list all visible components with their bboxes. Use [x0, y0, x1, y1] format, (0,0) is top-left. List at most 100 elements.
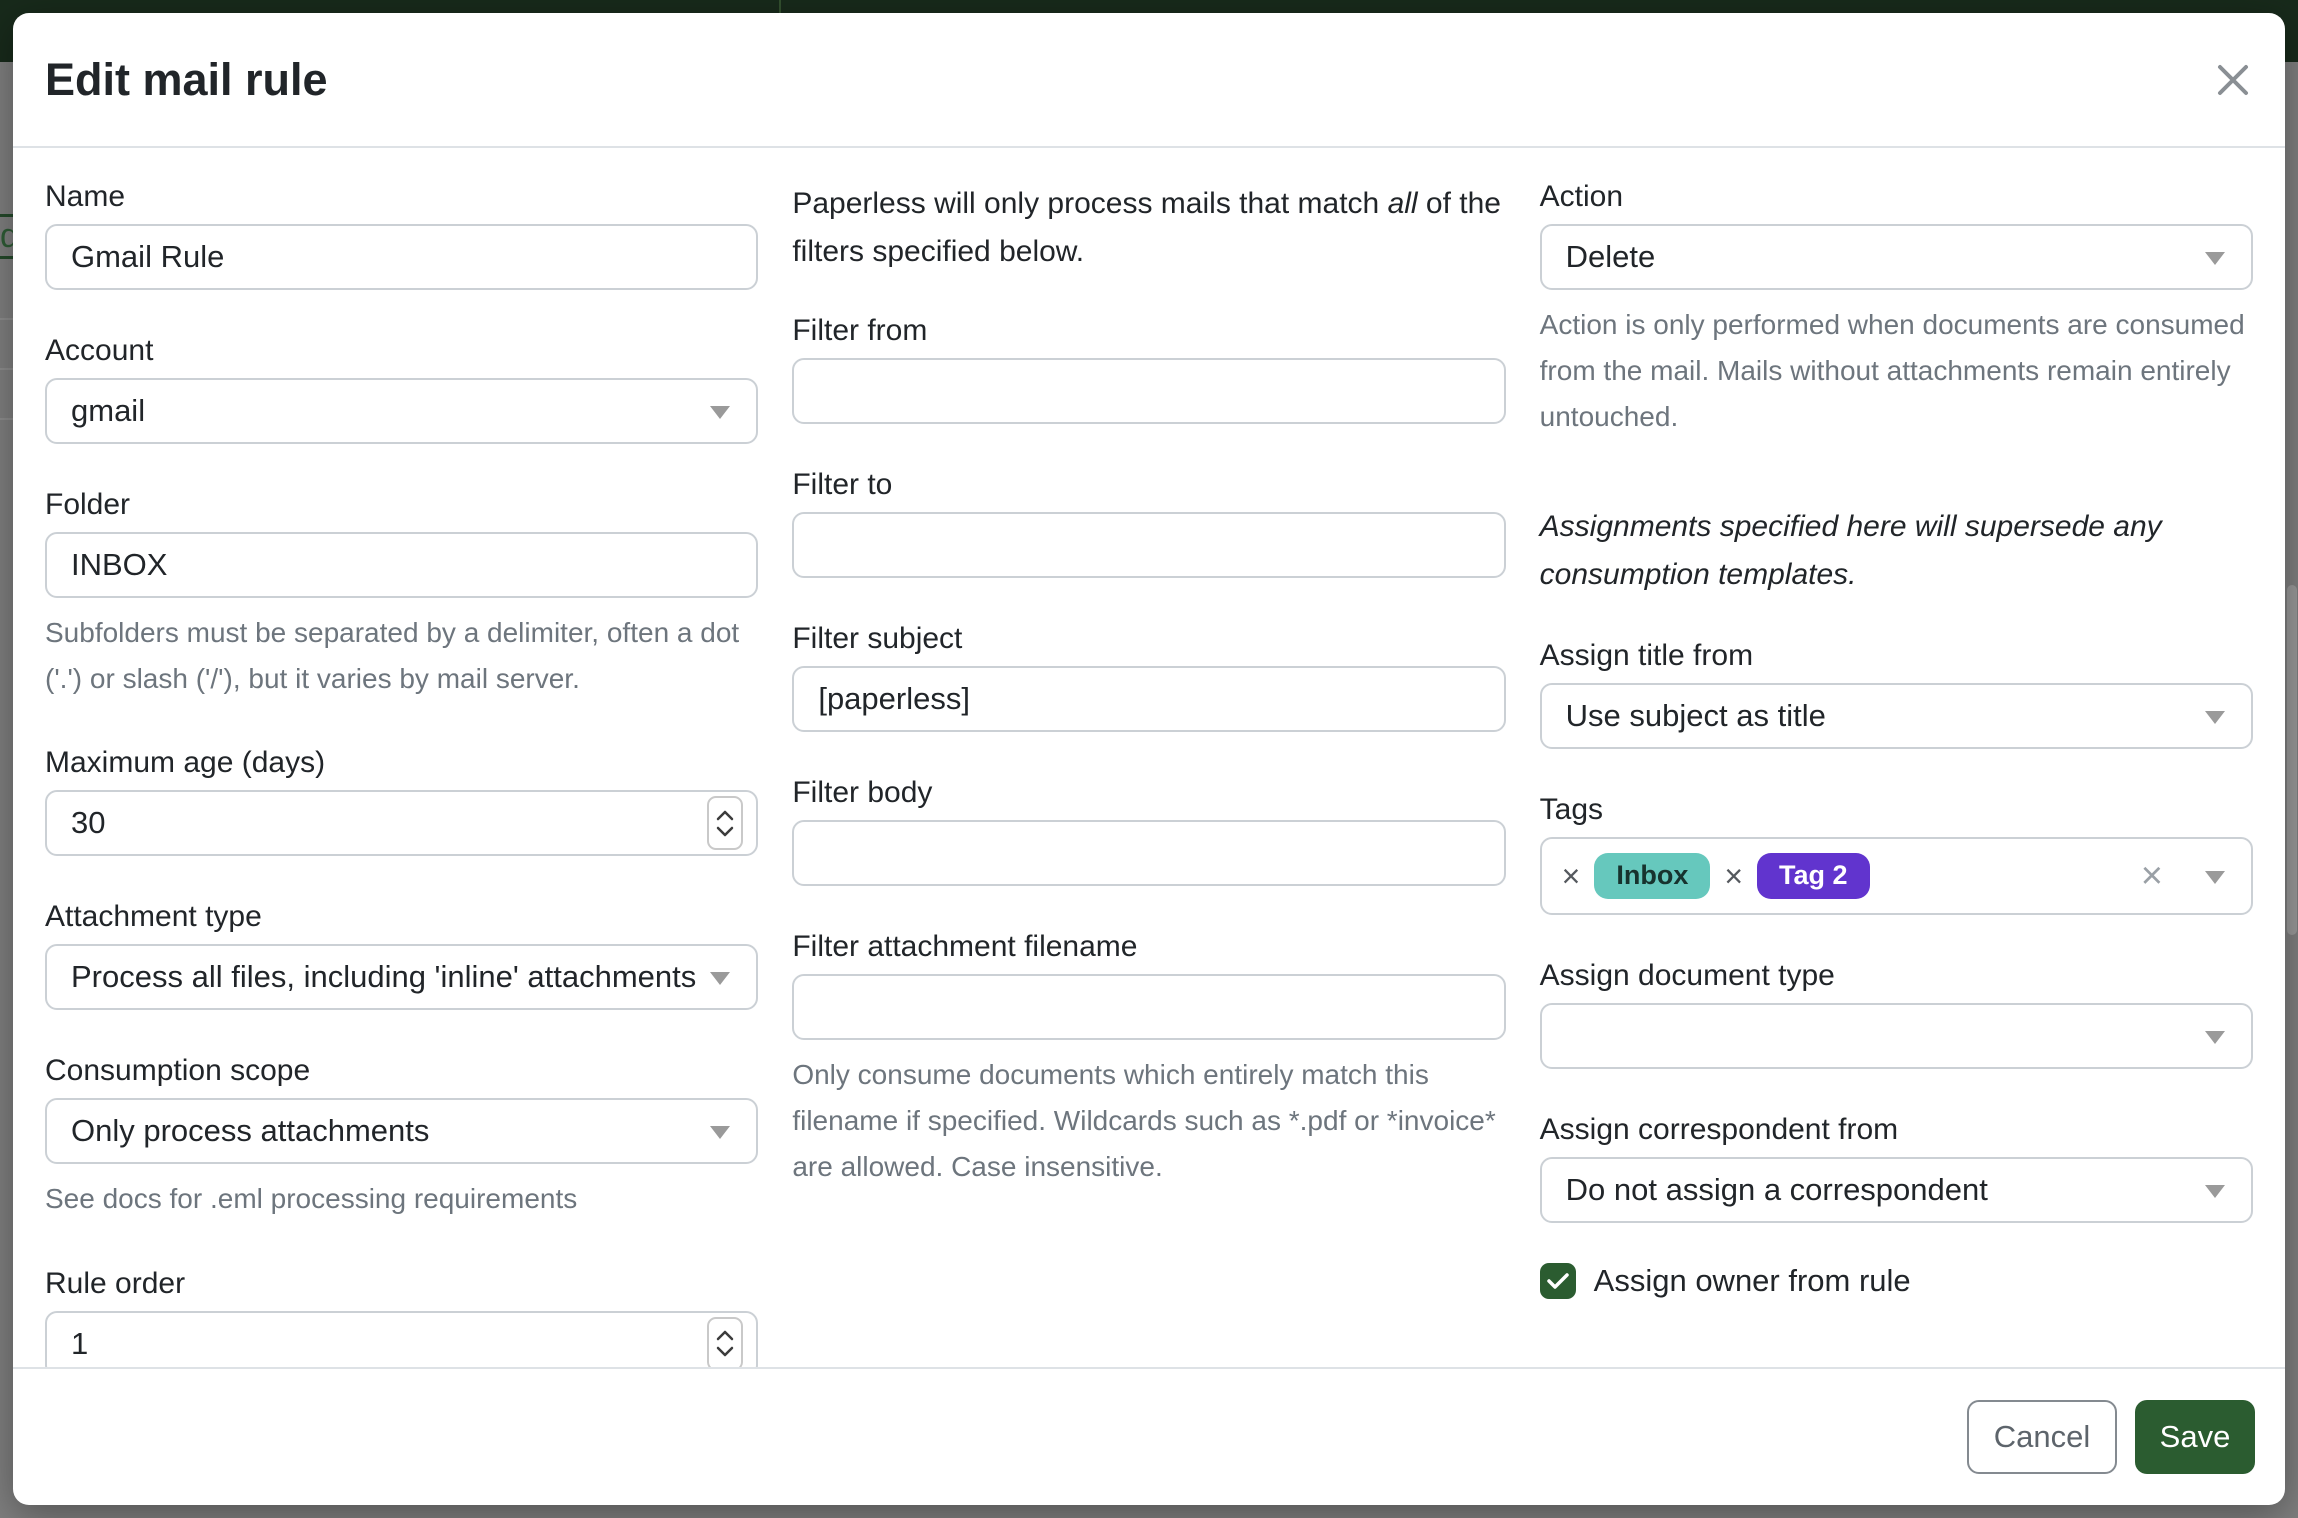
- assign-title-field-group: Assign title from Use subject as title: [1540, 639, 2253, 749]
- filter-from-field-group: Filter from: [792, 314, 1505, 424]
- checkmark-icon: [1547, 1272, 1569, 1290]
- filter-subject-input[interactable]: [794, 668, 1503, 730]
- assign-owner-label: Assign owner from rule: [1594, 1263, 1911, 1299]
- attachment-type-label: Attachment type: [45, 900, 758, 934]
- name-label: Name: [45, 180, 758, 214]
- name-field-group: Name: [45, 180, 758, 290]
- filter-attachment-filename-input[interactable]: [794, 976, 1503, 1038]
- dialog-header: Edit mail rule: [13, 13, 2285, 148]
- tag-remove-icon[interactable]: ×: [1562, 860, 1581, 892]
- tags-clear-icon[interactable]: ×: [2141, 857, 2163, 895]
- tags-select[interactable]: × Inbox × Tag 2 ×: [1540, 837, 2253, 915]
- chevron-down-icon: [2205, 711, 2225, 724]
- column-filters: Paperless will only process mails that m…: [792, 180, 1505, 1367]
- filter-to-input[interactable]: [794, 514, 1503, 576]
- name-input[interactable]: [47, 226, 756, 288]
- account-select[interactable]: gmail: [45, 378, 758, 444]
- chevron-down-icon: [710, 406, 730, 419]
- rule-order-field-group: Rule order: [45, 1267, 758, 1367]
- consumption-scope-label: Consumption scope: [45, 1054, 758, 1088]
- tags-field-group: Tags ×Inbox×Tag 2 ×: [1540, 793, 2253, 915]
- number-stepper[interactable]: [707, 1317, 743, 1367]
- filters-intro-italic: all: [1388, 187, 1418, 220]
- assign-title-select[interactable]: Use subject as title: [1540, 683, 2253, 749]
- column-general: Name Account gmail Folder Subfolders mus…: [45, 180, 758, 1367]
- tag-pill: Tag 2: [1757, 853, 1870, 899]
- save-button[interactable]: Save: [2135, 1400, 2255, 1474]
- assign-document-type-select[interactable]: [1540, 1003, 2253, 1069]
- edit-mail-rule-dialog: Edit mail rule Name Account gmail: [13, 13, 2285, 1505]
- filter-body-field-group: Filter body: [792, 776, 1505, 886]
- assign-owner-row: Assign owner from rule: [1540, 1263, 2253, 1299]
- account-selected-value: gmail: [71, 393, 145, 429]
- filter-from-label: Filter from: [792, 314, 1505, 348]
- filter-subject-field-group: Filter subject: [792, 622, 1505, 732]
- rule-order-input[interactable]: [47, 1313, 756, 1367]
- chevron-down-icon: [710, 1126, 730, 1139]
- max-age-label: Maximum age (days): [45, 746, 758, 780]
- cancel-button[interactable]: Cancel: [1967, 1400, 2117, 1474]
- assign-title-label: Assign title from: [1540, 639, 2253, 673]
- filter-attachment-filename-label: Filter attachment filename: [792, 930, 1505, 964]
- tags-selected: × Inbox × Tag 2: [1562, 853, 1870, 899]
- background-link-underline: [0, 214, 13, 217]
- assign-document-type-field-group: Assign document type: [1540, 959, 2253, 1069]
- background-text-fragment: d: [0, 218, 13, 254]
- stepper-down-icon: [716, 1346, 734, 1357]
- assignments-note-text: Assignments specified here will supersed…: [1540, 503, 2253, 599]
- chevron-down-icon: [2205, 1185, 2225, 1198]
- attachment-type-field-group: Attachment type Process all files, inclu…: [45, 900, 758, 1010]
- filter-from-input[interactable]: [794, 360, 1503, 422]
- dialog-title: Edit mail rule: [45, 54, 328, 106]
- background-link-underline: [0, 256, 13, 259]
- attachment-type-select[interactable]: Process all files, including 'inline' at…: [45, 944, 758, 1010]
- filters-intro-text: Paperless will only process mails that m…: [792, 180, 1505, 276]
- action-help-text: Action is only performed when documents …: [1540, 302, 2253, 441]
- chevron-down-icon: [2205, 252, 2225, 265]
- consumption-scope-select[interactable]: Only process attachments: [45, 1098, 758, 1164]
- account-label: Account: [45, 334, 758, 368]
- filter-attachment-filename-help-text: Only consume documents which entirely ma…: [792, 1052, 1505, 1191]
- stepper-up-icon: [716, 810, 734, 821]
- filter-body-label: Filter body: [792, 776, 1505, 810]
- filter-attachment-filename-field-group: Filter attachment filename Only consume …: [792, 930, 1505, 1191]
- folder-field-group: Folder Subfolders must be separated by a…: [45, 488, 758, 702]
- filter-body-input[interactable]: [794, 822, 1503, 884]
- chevron-down-icon: [2205, 1031, 2225, 1044]
- tag-remove-icon[interactable]: ×: [1724, 860, 1743, 892]
- close-icon: [2216, 63, 2250, 97]
- background-table-line: [0, 368, 13, 370]
- max-age-field-group: Maximum age (days): [45, 746, 758, 856]
- filters-intro-pre: Paperless will only process mails that m…: [792, 187, 1387, 220]
- action-label: Action: [1540, 180, 2253, 214]
- page-scrollbar-thumb[interactable]: [2287, 585, 2297, 935]
- account-field-group: Account gmail: [45, 334, 758, 444]
- assign-correspondent-field-group: Assign correspondent from Do not assign …: [1540, 1113, 2253, 1223]
- filter-subject-label: Filter subject: [792, 622, 1505, 656]
- background-table-line: [0, 418, 13, 420]
- tag-pill: Inbox: [1594, 853, 1710, 899]
- chevron-down-icon: [2205, 871, 2225, 884]
- column-action-assignments: Action Delete Action is only performed w…: [1540, 180, 2253, 1367]
- chevron-down-icon: [710, 972, 730, 985]
- dialog-footer: Cancel Save: [13, 1367, 2285, 1505]
- folder-input[interactable]: [47, 534, 756, 596]
- stepper-down-icon: [716, 826, 734, 837]
- action-select[interactable]: Delete: [1540, 224, 2253, 290]
- consumption-scope-field-group: Consumption scope Only process attachmen…: [45, 1054, 758, 1222]
- assign-document-type-label: Assign document type: [1540, 959, 2253, 993]
- background-table-line: [0, 318, 13, 320]
- filter-to-field-group: Filter to: [792, 468, 1505, 578]
- action-selected-value: Delete: [1566, 239, 1656, 275]
- folder-label: Folder: [45, 488, 758, 522]
- assign-correspondent-select[interactable]: Do not assign a correspondent: [1540, 1157, 2253, 1223]
- rule-order-label: Rule order: [45, 1267, 758, 1301]
- number-stepper[interactable]: [707, 796, 743, 850]
- background-header-divider: [779, 0, 781, 13]
- assign-owner-checkbox[interactable]: [1540, 1263, 1576, 1299]
- consumption-scope-help-text: See docs for .eml processing requirement…: [45, 1176, 758, 1222]
- assign-title-selected-value: Use subject as title: [1566, 698, 1826, 734]
- close-button[interactable]: [2211, 58, 2255, 102]
- max-age-input[interactable]: [47, 792, 756, 854]
- action-field-group: Action Delete Action is only performed w…: [1540, 180, 2253, 441]
